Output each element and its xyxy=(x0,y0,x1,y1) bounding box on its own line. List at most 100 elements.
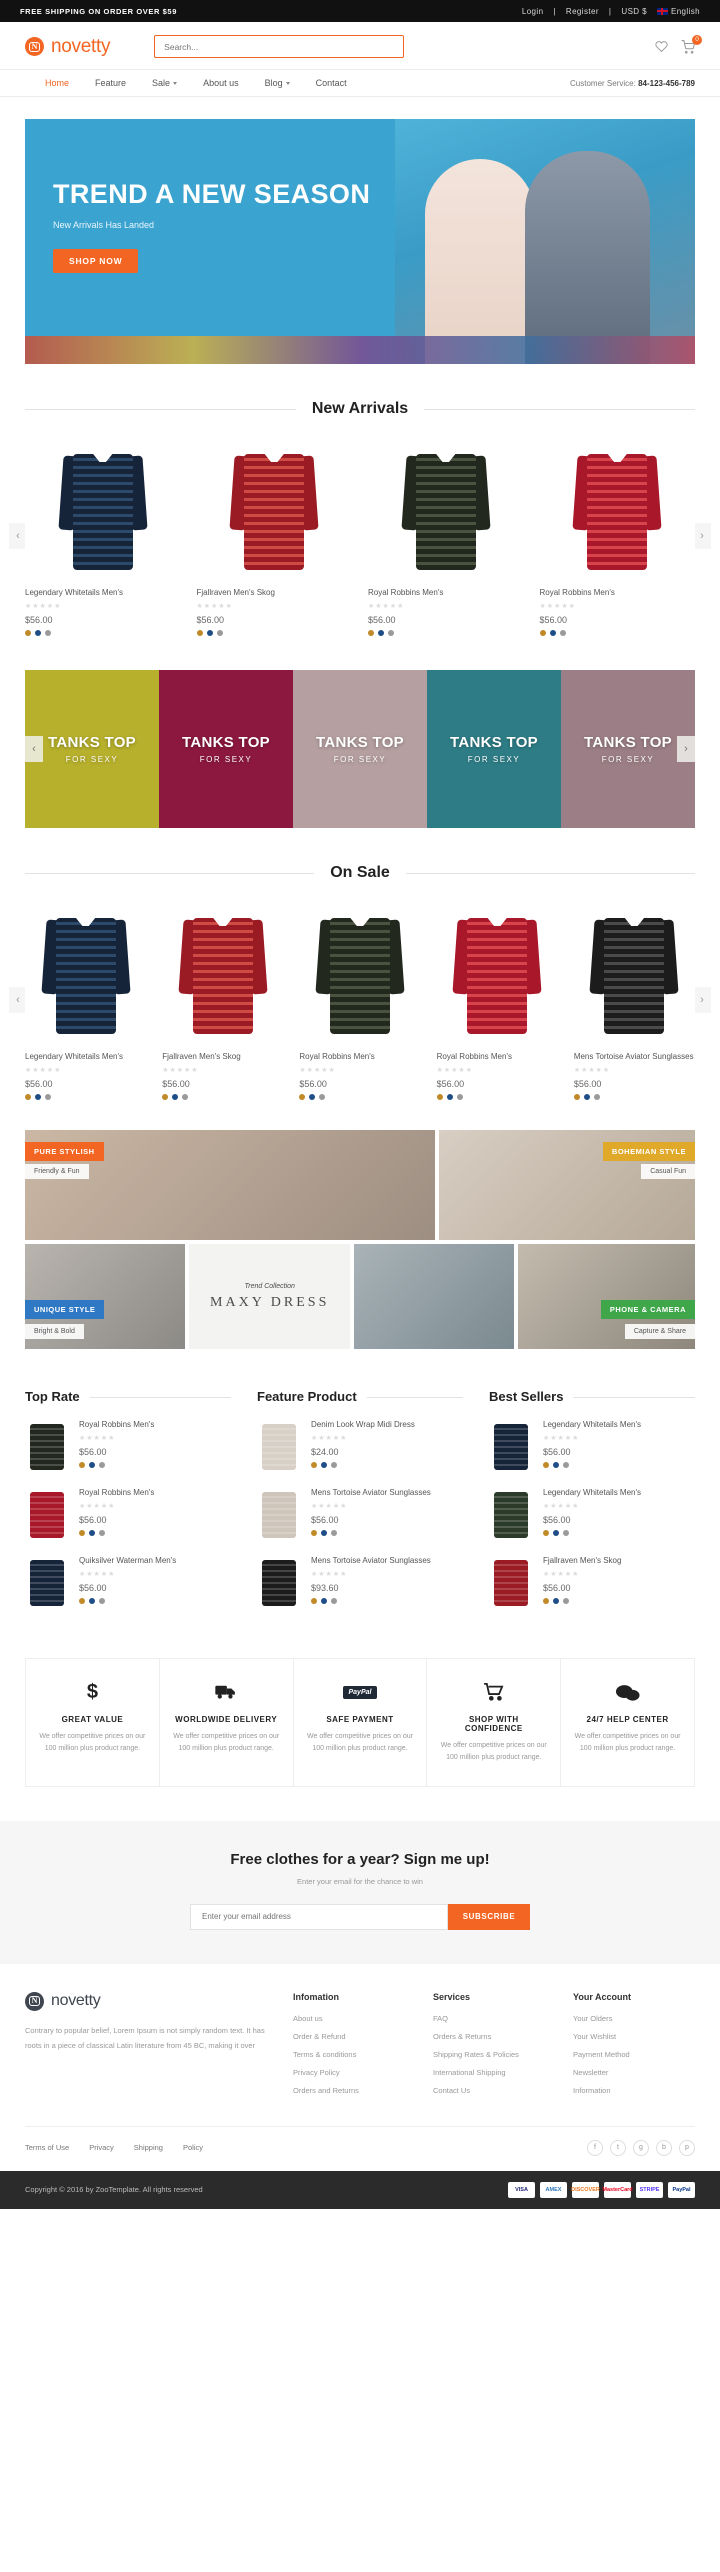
color-swatches[interactable] xyxy=(543,1598,621,1604)
footer-link[interactable]: Orders and Returns xyxy=(293,2086,415,2095)
nav-item-blog[interactable]: Blog xyxy=(265,78,290,88)
color-swatch[interactable] xyxy=(311,1598,317,1604)
product-card[interactable]: Royal Robbins Men's ★★★★★ $56.00 xyxy=(299,900,421,1100)
color-swatch[interactable] xyxy=(539,630,546,636)
color-swatch[interactable] xyxy=(563,1598,569,1604)
color-swatch[interactable] xyxy=(311,1530,317,1536)
color-swatch[interactable] xyxy=(583,1094,590,1100)
lookbook-tile-maxy-photo[interactable] xyxy=(353,1244,515,1349)
newsletter-email-input[interactable] xyxy=(190,1903,448,1930)
category-banner-tile[interactable]: TANKS TOP FOR SEXY xyxy=(293,670,427,828)
color-swatch[interactable] xyxy=(309,1094,316,1100)
color-swatches[interactable] xyxy=(79,1462,154,1468)
product-card[interactable]: Mens Tortoise Aviator Sunglasses ★★★★★ $56… xyxy=(573,900,696,1100)
color-swatch[interactable] xyxy=(299,1094,306,1100)
color-swatches[interactable] xyxy=(311,1598,431,1604)
footer-link[interactable]: Payment Method xyxy=(573,2050,695,2059)
color-swatch[interactable] xyxy=(388,630,394,636)
product-image[interactable] xyxy=(573,900,696,1040)
list-item[interactable]: Royal Robbins Men's ★★★★★ $56.00 xyxy=(25,1420,231,1474)
color-swatch[interactable] xyxy=(543,1598,549,1604)
color-swatches[interactable] xyxy=(79,1530,154,1536)
list-item[interactable]: Fjallraven Men's Skog ★★★★★ $56.00 xyxy=(489,1556,695,1610)
category-banner-tile[interactable]: TANKS TOP FOR SEXY xyxy=(427,670,561,828)
color-swatches[interactable] xyxy=(299,1094,420,1100)
color-swatch[interactable] xyxy=(311,1462,317,1468)
search-input[interactable] xyxy=(164,41,395,52)
footer-link[interactable]: Your Wishlist xyxy=(573,2032,695,2041)
color-swatch[interactable] xyxy=(162,1094,169,1100)
color-swatch[interactable] xyxy=(99,1530,105,1536)
footer-link[interactable]: FAQ xyxy=(433,2014,555,2023)
register-link[interactable]: Register xyxy=(566,7,599,16)
subscribe-button[interactable]: SUBSCRIBE xyxy=(448,1903,530,1930)
footer-link[interactable]: International Shipping xyxy=(433,2068,555,2077)
color-swatch[interactable] xyxy=(79,1530,85,1536)
product-image[interactable] xyxy=(25,436,181,576)
category-banner-tile[interactable]: TANKS TOP FOR SEXY xyxy=(159,670,293,828)
color-swatch[interactable] xyxy=(573,1094,580,1100)
color-swatch[interactable] xyxy=(543,1462,549,1468)
color-swatch[interactable] xyxy=(331,1598,337,1604)
facebook-icon[interactable]: f xyxy=(587,2139,603,2156)
lookbook-tile-phone-camera[interactable]: PHONE & CAMERA Capture & Share xyxy=(518,1244,695,1349)
product-image[interactable] xyxy=(539,436,695,576)
color-swatch[interactable] xyxy=(35,1094,41,1100)
color-swatch[interactable] xyxy=(89,1462,95,1468)
color-swatch[interactable] xyxy=(99,1598,105,1604)
product-card[interactable]: Royal Robbins Men's ★★★★★ $56.00 xyxy=(436,900,558,1100)
color-swatch[interactable] xyxy=(368,630,374,636)
product-image[interactable] xyxy=(25,900,147,1040)
color-swatches[interactable] xyxy=(436,1094,558,1100)
color-swatches[interactable] xyxy=(25,630,181,636)
list-item[interactable]: Mens Tortoise Aviator Sunglasses ★★★★★ $56… xyxy=(257,1488,463,1542)
color-swatch[interactable] xyxy=(321,1598,327,1604)
list-item[interactable]: Legendary Whitetails Men's ★★★★★ $56.00 xyxy=(489,1488,695,1542)
color-swatch[interactable] xyxy=(378,630,384,636)
footer-link[interactable]: Contact Us xyxy=(433,2086,555,2095)
list-item[interactable]: Legendary Whitetails Men's ★★★★★ $56.00 xyxy=(489,1420,695,1474)
product-card[interactable]: Legendary Whitetails Men's ★★★★★ $56.00 xyxy=(25,900,147,1100)
color-swatch[interactable] xyxy=(553,1462,559,1468)
list-item[interactable]: Denim Look Wrap Midi Dress ★★★★★ $24.00 xyxy=(257,1420,463,1474)
color-swatch[interactable] xyxy=(45,1094,51,1100)
color-swatch[interactable] xyxy=(196,630,203,636)
nav-item-sale[interactable]: Sale xyxy=(152,78,178,88)
color-swatch[interactable] xyxy=(182,1094,189,1100)
list-item[interactable]: Quiksilver Waterman Men's ★★★★★ $56.00 xyxy=(25,1556,231,1610)
color-swatch[interactable] xyxy=(25,630,31,636)
color-swatch[interactable] xyxy=(563,1530,569,1536)
product-image[interactable] xyxy=(196,436,352,576)
color-swatches[interactable] xyxy=(311,1530,431,1536)
currency-selector[interactable]: USD $ xyxy=(621,7,647,16)
cart-button[interactable]: 0 xyxy=(681,34,702,54)
category-banner-tile[interactable]: TANKS TOP FOR SEXY xyxy=(561,670,695,828)
color-swatch[interactable] xyxy=(172,1094,179,1100)
twitter-icon[interactable]: t xyxy=(610,2139,626,2156)
color-swatches[interactable] xyxy=(543,1530,641,1536)
color-swatch[interactable] xyxy=(321,1462,327,1468)
footer-bottom-link[interactable]: Policy xyxy=(183,2143,203,2152)
footer-link[interactable]: Shipping Rates & Policies xyxy=(433,2050,555,2059)
footer-link[interactable]: Information xyxy=(573,2086,695,2095)
color-swatch[interactable] xyxy=(331,1530,337,1536)
color-swatch[interactable] xyxy=(89,1598,95,1604)
google-plus-icon[interactable]: g xyxy=(633,2139,649,2156)
lookbook-tile-unique-style[interactable]: UNIQUE STYLE Bright & Bold xyxy=(25,1244,186,1349)
color-swatch[interactable] xyxy=(543,1530,549,1536)
product-image[interactable] xyxy=(162,900,284,1040)
color-swatch[interactable] xyxy=(319,1094,326,1100)
footer-bottom-link[interactable]: Terms of Use xyxy=(25,2143,69,2152)
list-item[interactable]: Royal Robbins Men's ★★★★★ $56.00 xyxy=(25,1488,231,1542)
footer-link[interactable]: Your Olders xyxy=(573,2014,695,2023)
nav-item-feature[interactable]: Feature xyxy=(95,78,126,88)
color-swatch[interactable] xyxy=(446,1094,453,1100)
product-card[interactable]: Fjallraven Men's Skog ★★★★★ $56.00 xyxy=(196,436,352,636)
color-swatches[interactable] xyxy=(539,630,696,636)
color-swatch[interactable] xyxy=(79,1462,85,1468)
lookbook-tile-bohemian-style[interactable]: BOHEMIAN STYLE Casual Fun xyxy=(438,1130,695,1240)
footer-link[interactable]: Privacy Policy xyxy=(293,2068,415,2077)
color-swatch[interactable] xyxy=(79,1598,85,1604)
language-selector[interactable]: English xyxy=(656,7,700,16)
product-image[interactable] xyxy=(368,436,524,576)
